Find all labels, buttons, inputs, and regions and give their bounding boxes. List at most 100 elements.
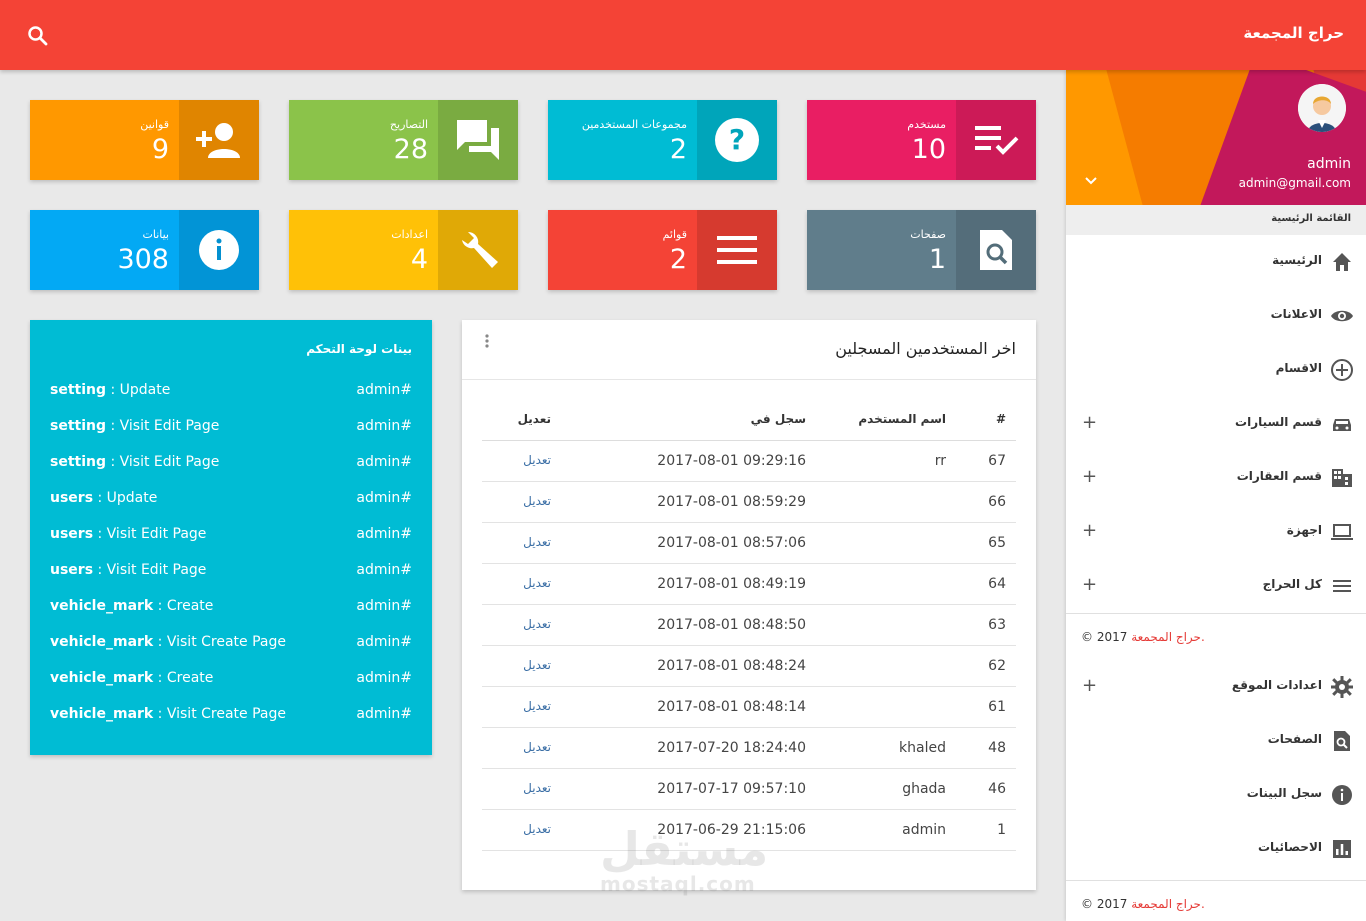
- expand-plus[interactable]: +: [1082, 520, 1097, 541]
- log-row[interactable]: setting : Update admin#: [50, 382, 412, 402]
- sidebar-item-home[interactable]: الرئيسية: [1066, 235, 1366, 289]
- col-header-date: سجل في: [750, 412, 806, 426]
- edit-link[interactable]: تعديل: [523, 576, 551, 590]
- copyright-brand[interactable]: حراج المجمعة.: [1131, 897, 1205, 911]
- log-row[interactable]: users : Update admin#: [50, 490, 412, 510]
- sidebar-item-statistics[interactable]: الاحصائيات: [1066, 822, 1366, 876]
- log-row[interactable]: users : Visit Edit Page admin#: [50, 526, 412, 546]
- sidebar-item-devices[interactable]: + اجهزة: [1066, 505, 1366, 559]
- stat-box-settings[interactable]: اعدادات 4: [289, 210, 518, 290]
- chevron-down-icon[interactable]: [1084, 176, 1098, 186]
- sidebar-item-label: قسم السيارات: [1235, 415, 1322, 429]
- menu-icon: [697, 210, 777, 290]
- log-module: vehicle_mark: [50, 634, 154, 650]
- cell-num: 48: [988, 740, 1006, 756]
- user-email: admin@gmail.com: [1238, 176, 1351, 190]
- log-row[interactable]: vehicle_mark : Create admin#: [50, 670, 412, 690]
- stat-box-data[interactable]: بيانات 308: [30, 210, 259, 290]
- log-action: : Update: [93, 490, 158, 506]
- sidebar-item-realestate[interactable]: + قسم العقارات: [1066, 451, 1366, 505]
- sidebar-item-site-settings[interactable]: + اعدادات الموقع: [1066, 660, 1366, 714]
- stat-box-permissions[interactable]: التصاريح 28: [289, 100, 518, 180]
- sidebar: admin admin@gmail.com القائمة الرئيسية ا…: [1066, 70, 1366, 921]
- cell-date: 2017-08-01 09:29:16: [657, 453, 806, 469]
- sidebar-item-label: قسم العقارات: [1236, 469, 1322, 483]
- sidebar-item-all[interactable]: + كل الحراج: [1066, 559, 1366, 613]
- table-row: 48 khaled 2017-07-20 18:24:40 تعديل: [482, 728, 1016, 769]
- cell-num: 62: [988, 658, 1006, 674]
- sidebar-item-data-log[interactable]: سجل البينات: [1066, 768, 1366, 822]
- sidebar-item-categories[interactable]: الاقسام: [1066, 343, 1366, 397]
- activity-log-title: بينات لوحة التحكم: [306, 342, 412, 356]
- expand-plus[interactable]: +: [1082, 466, 1097, 487]
- log-row[interactable]: users : Visit Edit Page admin#: [50, 562, 412, 582]
- search-icon[interactable]: [26, 24, 50, 48]
- stat-box-user-groups[interactable]: ? مجموعات المستخدمين 2: [548, 100, 777, 180]
- edit-link[interactable]: تعديل: [523, 699, 551, 713]
- stat-box-users[interactable]: مستخدم 10: [807, 100, 1036, 180]
- log-user: admin#: [356, 490, 412, 506]
- copyright-year: © 2017: [1081, 630, 1128, 644]
- stat-label: مجموعات المستخدمين: [581, 118, 687, 131]
- cell-num: 63: [988, 617, 1006, 633]
- edit-link[interactable]: تعديل: [523, 822, 551, 836]
- sidebar-item-pages[interactable]: الصفحات: [1066, 714, 1366, 768]
- log-row[interactable]: vehicle_mark : Visit Create Page admin#: [50, 634, 412, 654]
- log-user: admin#: [356, 670, 412, 686]
- log-row[interactable]: vehicle_mark : Visit Create Page admin#: [50, 706, 412, 726]
- edit-link[interactable]: تعديل: [523, 740, 551, 754]
- wrench-icon: [438, 210, 518, 290]
- cell-date: 2017-08-01 08:48:24: [657, 658, 806, 674]
- cell-num: 1: [997, 822, 1006, 838]
- log-row[interactable]: vehicle_mark : Create admin#: [50, 598, 412, 618]
- edit-link[interactable]: تعديل: [523, 781, 551, 795]
- edit-link[interactable]: تعديل: [523, 494, 551, 508]
- col-header-user: اسم المستخدم: [858, 412, 946, 426]
- sidebar-item-label: اعدادات الموقع: [1231, 678, 1322, 692]
- log-row[interactable]: setting : Visit Edit Page admin#: [50, 418, 412, 438]
- activity-log-card: بينات لوحة التحكم setting : Update admin#…: [30, 320, 432, 755]
- car-icon: [1333, 419, 1351, 431]
- more-vert-icon[interactable]: [482, 332, 492, 352]
- table-header: # اسم المستخدم سجل في تعديل: [482, 400, 1016, 441]
- edit-link[interactable]: تعديل: [523, 453, 551, 467]
- edit-link[interactable]: تعديل: [523, 658, 551, 672]
- log-module: users: [50, 526, 94, 542]
- cell-user: admin: [902, 822, 946, 838]
- cell-user: rr: [934, 453, 946, 469]
- avatar[interactable]: [1298, 84, 1346, 132]
- sidebar-item-ads[interactable]: الاعلانات: [1066, 289, 1366, 343]
- log-action: : Visit Edit Page: [106, 454, 220, 470]
- copyright: © 2017 حراج المجمعة.: [1066, 614, 1366, 660]
- edit-link[interactable]: تعديل: [523, 617, 551, 631]
- stat-value: 2: [669, 244, 687, 275]
- stat-value: 4: [410, 244, 428, 275]
- log-row[interactable]: setting : Visit Edit Page admin#: [50, 454, 412, 474]
- bar-chart-icon: [1333, 840, 1351, 858]
- log-user: admin#: [356, 454, 412, 470]
- sidebar-item-label: سجل البينات: [1246, 786, 1322, 800]
- log-user: admin#: [356, 634, 412, 650]
- table-row: 61 2017-08-01 08:48:14 تعديل: [482, 687, 1016, 728]
- eye-icon: [1331, 310, 1353, 322]
- stat-box-menus[interactable]: قوائم 2: [548, 210, 777, 290]
- cell-num: 64: [988, 576, 1006, 592]
- user-profile: admin admin@gmail.com: [1066, 70, 1366, 205]
- brand-title[interactable]: حراج المجمعة: [1243, 24, 1344, 42]
- expand-plus[interactable]: +: [1082, 412, 1097, 433]
- expand-plus[interactable]: +: [1082, 675, 1097, 696]
- stat-box-pages[interactable]: صفحات 1: [807, 210, 1036, 290]
- log-module: setting: [50, 418, 106, 434]
- edit-link[interactable]: تعديل: [523, 535, 551, 549]
- cell-num: 65: [988, 535, 1006, 551]
- table-row: 67 rr 2017-08-01 09:29:16 تعديل: [482, 441, 1016, 482]
- cell-date: 2017-08-01 08:57:06: [657, 535, 806, 551]
- sidebar-item-cars[interactable]: + قسم السيارات: [1066, 397, 1366, 451]
- expand-plus[interactable]: +: [1082, 574, 1097, 595]
- help-icon: ?: [697, 100, 777, 180]
- sidebar-item-label: كل الحراج: [1262, 577, 1322, 591]
- copyright-brand[interactable]: حراج المجمعة.: [1131, 630, 1205, 644]
- stat-box-rules[interactable]: قوانين 9: [30, 100, 259, 180]
- copyright-footer: © 2017 حراج المجمعة.: [1066, 881, 1366, 921]
- stat-value: 28: [393, 134, 428, 165]
